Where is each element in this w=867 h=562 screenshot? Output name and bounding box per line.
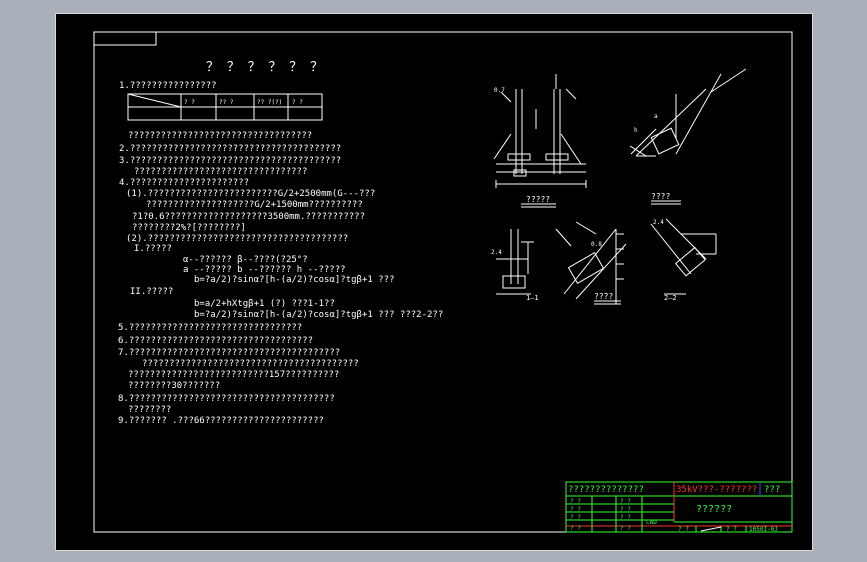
svg-text:h: h	[634, 127, 638, 134]
title-row-label: ? ?	[620, 506, 631, 513]
title-footer-label: ? ?	[726, 526, 737, 533]
svg-text:2.4: 2.4	[653, 219, 664, 226]
figure-inclined-foundation: h a ????	[629, 68, 747, 205]
title-row-label: ? ?	[570, 514, 581, 521]
figure-label: ????	[594, 292, 613, 301]
note-line: ?1?0.6???????????????????3500mm.????????…	[132, 212, 365, 222]
figure-label: ????	[651, 192, 670, 201]
mini-table-header: ? ?	[292, 99, 303, 106]
title-row-label: ? ?	[620, 514, 631, 521]
mini-table-header: ?? ?(?)	[257, 99, 282, 106]
note-line: ????????????????????????????????	[134, 167, 307, 177]
note-line: b=?a/2)?sinα?[h-(a/2)?cosα]?tgβ+1 ???	[194, 275, 394, 285]
note-line: 9.??????? .???66??????????????????????	[118, 416, 324, 426]
note-line: ??????????????????????????157??????????	[128, 370, 339, 380]
svg-text:a: a	[654, 113, 658, 120]
svg-text:2.4: 2.4	[491, 249, 502, 256]
note-line: a --????? b --?????? h --?????	[183, 265, 346, 275]
corner-tag-box	[93, 31, 157, 46]
figure-slope-foundation: 0.8 ????	[555, 221, 627, 305]
note-line: ????????????????????????????????????????	[142, 359, 359, 369]
mini-table-header: ? ?	[184, 99, 195, 106]
note-line: ??????????????????????????????????	[128, 131, 312, 141]
drawing-number: 1050I-0J	[749, 526, 778, 533]
sheet-title: ？ ？ ？ ？ ？ ？	[206, 60, 323, 75]
mini-table-header: ?? ?	[219, 99, 234, 106]
figure-label: 1—1	[526, 294, 539, 302]
drawing-canvas: ？ ？ ？ ？ ？ ？ ? ? ?? ? ?? ?(?) ? ? 1.?????…	[93, 31, 793, 533]
note-line: ????????2%?[????????]	[132, 223, 246, 233]
title-block: ?????????????? 35kV???-??????? ??? ?????…	[565, 481, 793, 533]
note-line: I.?????	[134, 244, 172, 254]
note-line: 3.??????????????????????????????????????…	[119, 156, 341, 166]
note-line: ????????	[128, 405, 171, 415]
notes-block: 1.???????????????? ?????????????????????…	[118, 81, 443, 426]
drawing-name: ??????	[696, 504, 732, 515]
title-row-label: ? ?	[570, 498, 581, 505]
figure-label: ?????	[526, 195, 550, 204]
note-line: b=a/2+hXtgβ+1 (?) ???1-1??	[194, 299, 335, 309]
stage-label: ???	[764, 485, 780, 495]
note-line: ????????????????????G/2+1500mm??????????	[146, 200, 363, 210]
note-line: (2).????????????????????????????????????…	[126, 234, 348, 244]
note-line: 4.??????????????????????	[119, 178, 249, 188]
title-row-label: ? ?	[570, 525, 581, 532]
figure-section-1-1: 2.4 1—1	[491, 229, 539, 302]
title-footer-label: ? ?	[678, 526, 689, 533]
svg-text:0.7: 0.7	[494, 87, 505, 94]
note-line: 2.??????????????????????????????????????…	[119, 144, 341, 154]
note-line: II.?????	[130, 287, 173, 297]
note-line: 5.????????????????????????????????	[118, 323, 302, 333]
note-line: (1).????????????????????????G/2+2500mm(G…	[126, 189, 375, 199]
note-line: ????????30???????	[128, 381, 220, 391]
title-row-label: ? ?	[620, 498, 631, 505]
cad-label: CAD	[646, 519, 657, 526]
note-line: 6.??????????????????????????????????	[118, 336, 313, 346]
svg-text:0.8: 0.8	[591, 241, 602, 248]
note-line: b=?a/2)?sinα?[h-(a/2)?cosα]?tgβ+1 ??? ??…	[194, 310, 443, 320]
title-row-label: ? ?	[570, 506, 581, 513]
figure-section-2-2: 2.4 2—2	[650, 218, 717, 302]
cad-viewport[interactable]: ？ ？ ？ ？ ？ ？ ? ? ?? ? ?? ?(?) ? ? 1.?????…	[55, 13, 813, 551]
title-row-label: ? ?	[620, 525, 631, 532]
figure-label: 2—2	[664, 294, 677, 302]
note-line: α--?????? β--????(?25°?	[183, 255, 308, 265]
project-name: 35kV???-???????	[676, 485, 757, 495]
note-line: 1.????????????????	[119, 81, 217, 91]
note-line: 8.??????????????????????????????????????	[118, 394, 335, 404]
mini-table: ? ? ?? ? ?? ?(?) ? ?	[127, 93, 323, 121]
figure-pole-foundation: 0.7 ?????	[493, 74, 587, 208]
company-name: ??????????????	[568, 485, 644, 495]
note-line: 7.??????????????????????????????????????…	[118, 348, 340, 358]
